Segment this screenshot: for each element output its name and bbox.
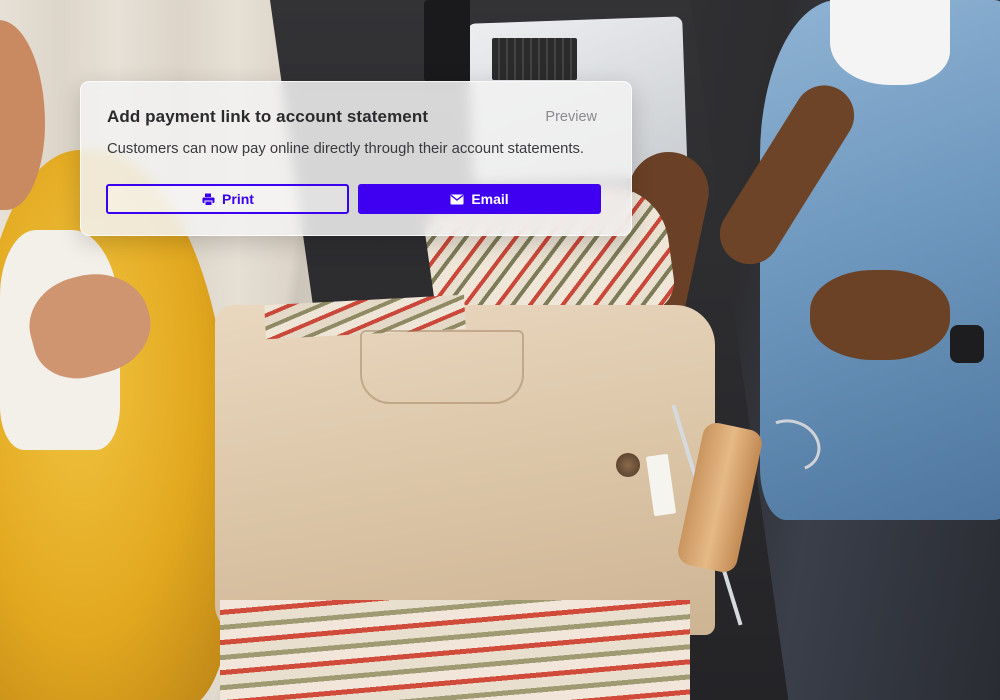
printer-icon <box>201 192 215 206</box>
email-button-label: Email <box>471 191 509 207</box>
pants-button <box>616 453 640 477</box>
white-tshirt <box>830 0 950 85</box>
laptop-screen-edge <box>424 0 470 82</box>
right-person-hand <box>810 270 950 360</box>
envelope-icon <box>450 192 464 206</box>
email-button[interactable]: Email <box>358 184 601 214</box>
feature-announcement-card: Add payment link to account statement Pr… <box>80 81 632 236</box>
print-button[interactable]: Print <box>106 184 349 214</box>
print-button-label: Print <box>222 191 254 207</box>
pants-pocket <box>360 330 524 404</box>
card-description: Customers can now pay online directly th… <box>107 141 585 157</box>
laptop-keyboard <box>492 38 577 80</box>
striped-fabric-bottom <box>220 600 690 700</box>
wristwatch <box>950 325 984 363</box>
preview-link[interactable]: Preview <box>545 109 597 125</box>
card-title: Add payment link to account statement <box>107 107 429 126</box>
